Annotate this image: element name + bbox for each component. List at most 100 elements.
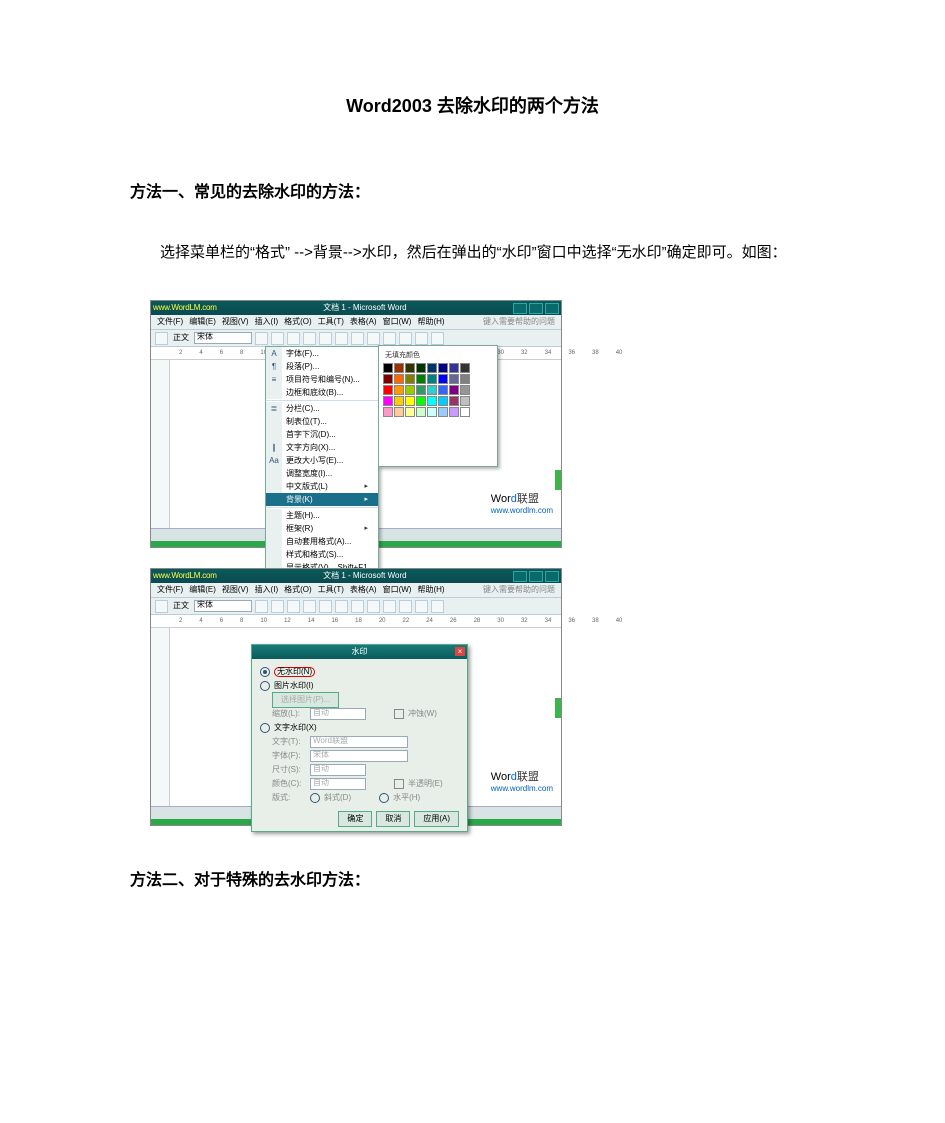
color-swatch[interactable] [427, 385, 437, 395]
toolbar-button[interactable] [399, 332, 412, 345]
color-swatch[interactable] [460, 407, 470, 417]
color-swatch[interactable] [438, 407, 448, 417]
semi-check[interactable] [394, 779, 404, 789]
color-swatch[interactable] [416, 374, 426, 384]
color-swatch[interactable] [449, 385, 459, 395]
close-icon[interactable]: × [455, 647, 465, 656]
color-swatch[interactable] [416, 385, 426, 395]
toolbar-button[interactable] [415, 332, 428, 345]
color-swatch[interactable] [449, 363, 459, 373]
color-swatch[interactable] [449, 374, 459, 384]
color-swatch[interactable] [460, 374, 470, 384]
color-swatch[interactable] [383, 363, 393, 373]
text-select[interactable]: Word联盟 [310, 736, 408, 748]
help-hint[interactable]: 键入需要帮助的问题 [481, 318, 557, 326]
no-fill-label[interactable]: 无填充颜色 [383, 350, 493, 363]
color-swatch[interactable] [405, 396, 415, 406]
color-swatch[interactable] [449, 407, 459, 417]
menu-item-background[interactable]: 背景(K)▸ 无填充颜色 其他颜色(M)... 填充效果(F)... 水印(W)… [266, 493, 378, 506]
color-swatch[interactable] [427, 407, 437, 417]
diagonal-radio[interactable] [310, 793, 320, 803]
screenshot-1: www.WordLM.com 文档 1 - Microsoft Word 文件(… [150, 300, 562, 548]
radio-no-watermark[interactable]: 无水印(N) [260, 665, 459, 679]
more-colors[interactable]: 其他颜色(M)... [383, 419, 493, 432]
color-swatch[interactable] [438, 385, 448, 395]
menu-edit[interactable]: 编辑(E) [187, 318, 218, 326]
menu-format[interactable]: 格式(O) [282, 318, 314, 326]
color-swatches[interactable] [383, 363, 493, 417]
color-swatch[interactable] [394, 385, 404, 395]
color-swatch[interactable] [438, 396, 448, 406]
toolbar[interactable]: 正文 宋体 [151, 598, 561, 615]
color-swatch[interactable] [438, 374, 448, 384]
color-swatch[interactable] [438, 363, 448, 373]
menu-tools[interactable]: 工具(T) [316, 318, 346, 326]
menu-file[interactable]: 文件(F) [155, 318, 185, 326]
color-swatch[interactable] [460, 385, 470, 395]
font-select-dlg[interactable]: 宋体 [310, 750, 408, 762]
apply-button[interactable]: 应用(A) [414, 811, 459, 827]
color-swatch[interactable] [394, 407, 404, 417]
background-submenu[interactable]: 无填充颜色 其他颜色(M)... 填充效果(F)... 水印(W)... [378, 345, 498, 467]
color-swatch[interactable] [416, 363, 426, 373]
format-dropdown[interactable]: A字体(F)... ¶段落(P)... ≡项目符号和编号(N)... 边框和底纹… [265, 346, 379, 588]
menu-bar[interactable]: 文件(F) 编辑(E) 视图(V) 插入(I) 格式(O) 工具(T) 表格(A… [151, 583, 561, 598]
size-select[interactable]: 自动 [310, 764, 366, 776]
menu-bar[interactable]: 文件(F) 编辑(E) 视图(V) 插入(I) 格式(O) 工具(T) 表格(A… [151, 315, 561, 330]
scale-select[interactable]: 自动 [310, 708, 366, 720]
fill-effects[interactable]: 填充效果(F)... [383, 434, 493, 447]
radio-picture-watermark[interactable]: 图片水印(I) [260, 679, 459, 693]
document-area[interactable]: d联盟 A字体(F)... ¶段落(P)... ≡项目符号和编号(N)... 边… [151, 360, 561, 528]
color-swatch[interactable] [394, 374, 404, 384]
color-swatch[interactable] [427, 396, 437, 406]
menu-window[interactable]: 窗口(W) [381, 318, 414, 326]
window-buttons[interactable] [513, 571, 559, 582]
color-swatch[interactable] [405, 385, 415, 395]
toolbar-button[interactable] [287, 332, 300, 345]
horizontal-radio[interactable] [379, 793, 389, 803]
color-swatch[interactable] [427, 363, 437, 373]
toolbar-button[interactable] [367, 332, 380, 345]
style-label[interactable]: 正文 [171, 334, 191, 342]
toolbar-button[interactable] [303, 332, 316, 345]
select-picture-button[interactable]: 选择图片(P)... [272, 692, 339, 708]
toolbar-button[interactable] [319, 332, 332, 345]
toolbar-button[interactable] [383, 332, 396, 345]
toolbar-button[interactable] [271, 332, 284, 345]
color-swatch[interactable] [383, 385, 393, 395]
toolbar-button[interactable] [351, 332, 364, 345]
color-swatch[interactable] [449, 396, 459, 406]
color-swatch[interactable] [405, 374, 415, 384]
color-swatch[interactable] [460, 396, 470, 406]
toolbar-button[interactable] [431, 332, 444, 345]
color-swatch[interactable] [416, 407, 426, 417]
window-buttons[interactable] [513, 303, 559, 314]
color-swatch[interactable] [383, 407, 393, 417]
watermark-item[interactable]: 水印(W)... [383, 449, 493, 462]
color-swatch[interactable] [383, 374, 393, 384]
toolbar-button[interactable] [155, 332, 168, 345]
menu-table[interactable]: 表格(A) [348, 318, 379, 326]
menu-help[interactable]: 帮助(H) [415, 318, 479, 326]
menu-view[interactable]: 视图(V) [220, 318, 251, 326]
washout-check[interactable] [394, 709, 404, 719]
radio-text-watermark[interactable]: 文字水印(X) [260, 721, 459, 735]
color-swatch[interactable] [383, 396, 393, 406]
color-swatch[interactable] [416, 396, 426, 406]
color-swatch[interactable] [405, 363, 415, 373]
toolbar-button[interactable] [335, 332, 348, 345]
toolbar-button[interactable] [255, 332, 268, 345]
color-swatch[interactable] [460, 363, 470, 373]
toolbar[interactable]: 正文 宋体 [151, 330, 561, 347]
color-swatch[interactable] [405, 407, 415, 417]
color-select[interactable]: 自动 [310, 778, 366, 790]
menu-insert[interactable]: 插入(I) [253, 318, 281, 326]
ok-button[interactable]: 确定 [338, 811, 372, 827]
cancel-button[interactable]: 取消 [376, 811, 410, 827]
watermark-dialog[interactable]: 水印× 无水印(N) 图片水印(I) 选择图片(P)... 缩放(L): 自动 … [251, 644, 468, 832]
color-swatch[interactable] [427, 374, 437, 384]
font-select[interactable]: 宋体 [194, 332, 252, 344]
document-area[interactable]: 水印× 无水印(N) 图片水印(I) 选择图片(P)... 缩放(L): 自动 … [151, 628, 561, 806]
color-swatch[interactable] [394, 396, 404, 406]
color-swatch[interactable] [394, 363, 404, 373]
